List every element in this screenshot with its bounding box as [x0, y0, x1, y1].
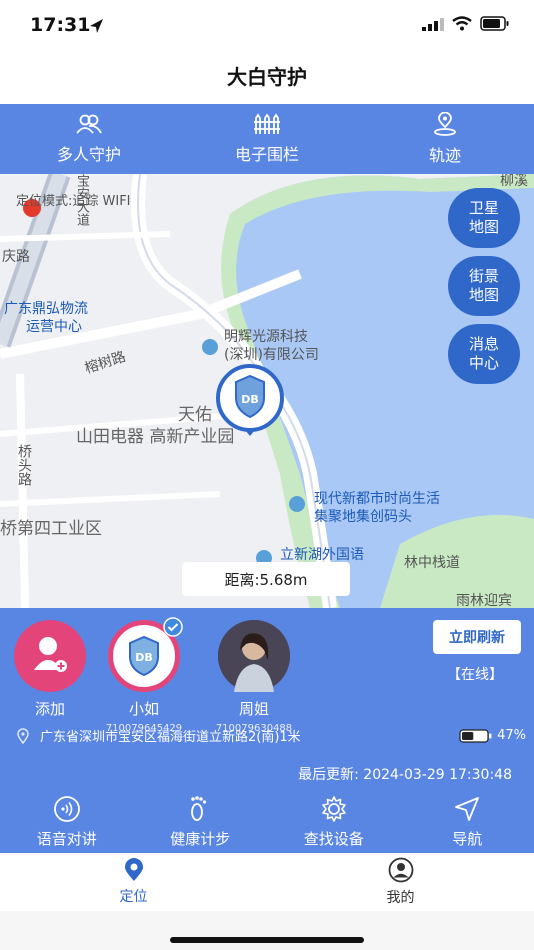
battery-status-icon: [480, 16, 509, 31]
distance-label: 距离:5.68m: [182, 562, 350, 596]
navigation-icon: [455, 797, 480, 821]
device-avatar: DB: [108, 617, 183, 692]
map-view[interactable]: DB 定位模式:追踪 WIFI 庆路 广东鼎弘物流 运营中心 榕树路 明辉光源科…: [0, 174, 534, 608]
map-label: 运营中心: [26, 319, 82, 335]
footprint-icon: [191, 796, 207, 821]
map-label: 山田电器 高新产业园: [76, 427, 235, 447]
online-status: 【在线】: [447, 667, 503, 683]
map-label: 雨林迎宾: [456, 593, 512, 608]
tab-fence[interactable]: 电子围栏: [178, 104, 356, 174]
satellite-map-button[interactable]: 卫星地图: [448, 188, 520, 248]
refresh-button[interactable]: 立即刷新: [433, 620, 521, 654]
map-canvas: DB: [0, 174, 534, 608]
action-bar: 语音对讲 健康计步 查找设备 导航: [0, 794, 534, 854]
map-label: 集聚地集创码头: [314, 509, 412, 525]
wifi-icon: [452, 16, 472, 31]
location-track-icon: [434, 112, 456, 136]
button-label: 街景地图: [468, 267, 499, 304]
last-update-time: 最后更新: 2024-03-29 17:30:48: [298, 767, 512, 783]
map-label: 柳溪: [500, 174, 528, 189]
tab-label: 多人守护: [56, 145, 121, 164]
action-label: 导航: [452, 830, 483, 848]
signal-icon: [422, 17, 444, 31]
location-arrow-icon: [90, 19, 103, 33]
street-map-button[interactable]: 街景地图: [448, 256, 520, 316]
poi-pin: [289, 496, 305, 512]
battery-icon: [459, 728, 492, 743]
health-steps-button[interactable]: 健康计步: [134, 794, 268, 854]
map-label: 庆路: [2, 249, 30, 265]
poi-pin: [202, 339, 218, 355]
voice-chat-button[interactable]: 语音对讲: [0, 794, 134, 854]
action-label: 语音对讲: [36, 830, 97, 848]
map-label: (深圳)有限公司: [224, 347, 319, 363]
fence-icon: [254, 113, 280, 134]
nav-label: 我的: [386, 890, 415, 906]
action-label: 健康计步: [170, 830, 231, 848]
status-icons: [422, 16, 510, 31]
nav-label: 定位: [119, 889, 148, 905]
map-label: 立新湖外国语: [280, 547, 364, 563]
button-label: 消息中心: [468, 335, 499, 372]
map-label: 林中栈道: [404, 555, 460, 571]
avatar-photo: [218, 620, 290, 692]
battery-indicator: 47%: [459, 728, 526, 744]
device-name: 周姐: [238, 700, 269, 718]
status-bar: 17:31: [0, 0, 534, 54]
status-time: 17:31: [30, 14, 91, 36]
page-title: 大白守护: [227, 65, 307, 89]
tab-label: 电子围栏: [234, 145, 299, 164]
map-label: 现代新都市时尚生活: [314, 491, 440, 507]
map-label: 桥第四工业区: [0, 519, 102, 539]
message-center-button[interactable]: 消息中心: [448, 324, 520, 384]
home-indicator-area: [0, 911, 534, 950]
tab-label: 轨迹: [428, 146, 461, 165]
tab-multi-guard[interactable]: 多人守护: [0, 104, 178, 174]
bottom-nav: 定位 我的: [0, 853, 534, 911]
device-avatar: [218, 620, 290, 692]
map-label: 明辉光源科技: [224, 329, 308, 345]
feature-tabs: 多人守护 电子围栏 轨迹: [0, 104, 534, 174]
svg-text:DB: DB: [241, 393, 259, 406]
device-xiaoru[interactable]: DB 小如 710079645429: [104, 617, 184, 734]
tab-track[interactable]: 轨迹: [356, 104, 534, 174]
nav-profile[interactable]: 我的: [267, 853, 534, 911]
add-user-icon: [34, 637, 67, 672]
check-icon: [163, 617, 183, 637]
location-pin-icon: [124, 858, 143, 881]
device-name: 小如: [128, 700, 159, 718]
address-row: 广东省深圳市宝安区福海街道立新路2(南)1米 47%: [16, 726, 526, 745]
add-device-avatar: [14, 620, 86, 692]
voice-icon: [53, 796, 80, 822]
road: [16, 373, 29, 608]
nav-locate[interactable]: 定位: [0, 853, 267, 911]
location-pin-icon: [17, 727, 29, 744]
device-zhoujie[interactable]: 周姐 710079630488: [214, 620, 294, 734]
button-label: 卫星地图: [468, 199, 499, 236]
device-name: 添加: [34, 700, 65, 718]
find-device-button[interactable]: 查找设备: [267, 794, 401, 854]
action-label: 查找设备: [303, 830, 364, 848]
navigation-button[interactable]: 导航: [401, 794, 534, 854]
svg-text:DB: DB: [135, 651, 153, 664]
home-indicator[interactable]: [170, 937, 364, 943]
road: [0, 491, 221, 507]
map-label: 宝安大道: [74, 174, 89, 226]
device-panel: 添加 DB 小如 710079645429 周姐 710079630488 立即…: [0, 608, 534, 853]
map-label: 广东鼎弘物流: [4, 301, 88, 317]
address-text: 广东省深圳市宝安区福海街道立新路2(南)1米: [40, 730, 301, 745]
add-device-button[interactable]: 添加: [14, 620, 86, 719]
profile-icon: [388, 857, 413, 883]
gear-icon: [321, 796, 346, 822]
map-label: 桥头路: [16, 444, 32, 486]
page-header: 大白守护: [0, 54, 534, 104]
multi-user-icon: [76, 114, 102, 134]
battery-percent: 47%: [497, 728, 526, 743]
